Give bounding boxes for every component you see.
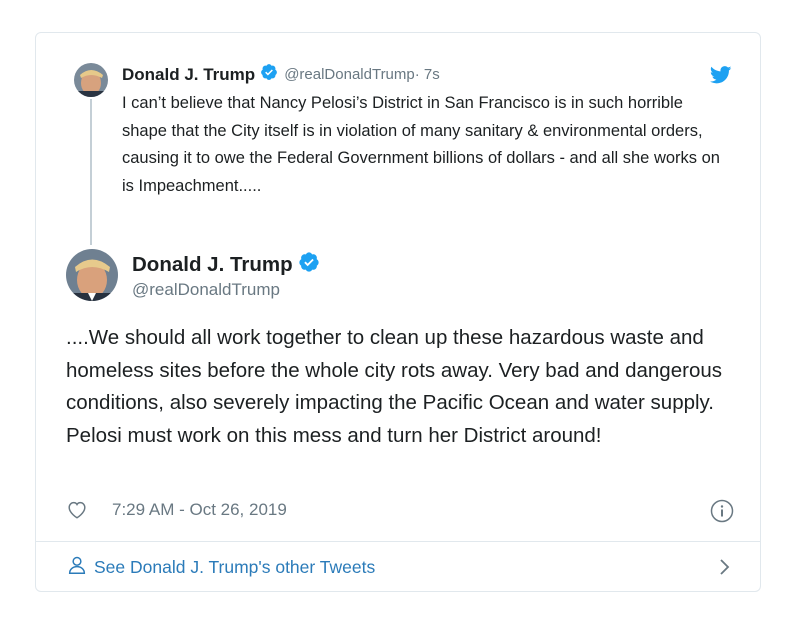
chevron-right-icon[interactable] [714, 557, 734, 582]
parent-tweet-header: Donald J. Trump @realDonaldTrump · 7s [122, 63, 440, 86]
parent-tweet-text: I can’t believe that Nancy Pelosi’s Dist… [122, 94, 720, 195]
verified-badge-icon [298, 251, 320, 278]
main-handle[interactable]: @realDonaldTrump [132, 280, 280, 300]
tweet-timestamp[interactable]: 7:29 AM - Oct 26, 2019 [112, 500, 287, 520]
person-icon [66, 554, 88, 581]
main-author-name[interactable]: Donald J. Trump [132, 253, 293, 277]
parent-author-name[interactable]: Donald J. Trump [122, 65, 255, 85]
twitter-bird-icon[interactable] [709, 66, 732, 89]
main-tweet-header: Donald J. Trump [132, 251, 326, 278]
see-other-tweets-label[interactable]: See Donald J. Trump's other Tweets [94, 557, 375, 578]
parent-avatar[interactable] [74, 63, 108, 97]
main-avatar[interactable] [66, 249, 118, 301]
main-tweet-text: ....We should all work together to clean… [66, 326, 722, 447]
parent-time[interactable]: · 7s [415, 66, 440, 83]
heart-icon[interactable] [66, 499, 88, 521]
verified-badge-icon [260, 63, 278, 86]
embedded-tweet-card: Donald J. Trump @realDonaldTrump · 7s I … [35, 32, 761, 592]
parent-handle[interactable]: @realDonaldTrump [284, 66, 415, 83]
see-other-tweets-link[interactable]: See Donald J. Trump's other Tweets [66, 553, 734, 581]
info-icon[interactable] [710, 499, 734, 528]
tweet-actions-row: 7:29 AM - Oct 26, 2019 [66, 497, 734, 523]
card-divider [36, 541, 760, 542]
thread-connector-line [90, 99, 92, 245]
